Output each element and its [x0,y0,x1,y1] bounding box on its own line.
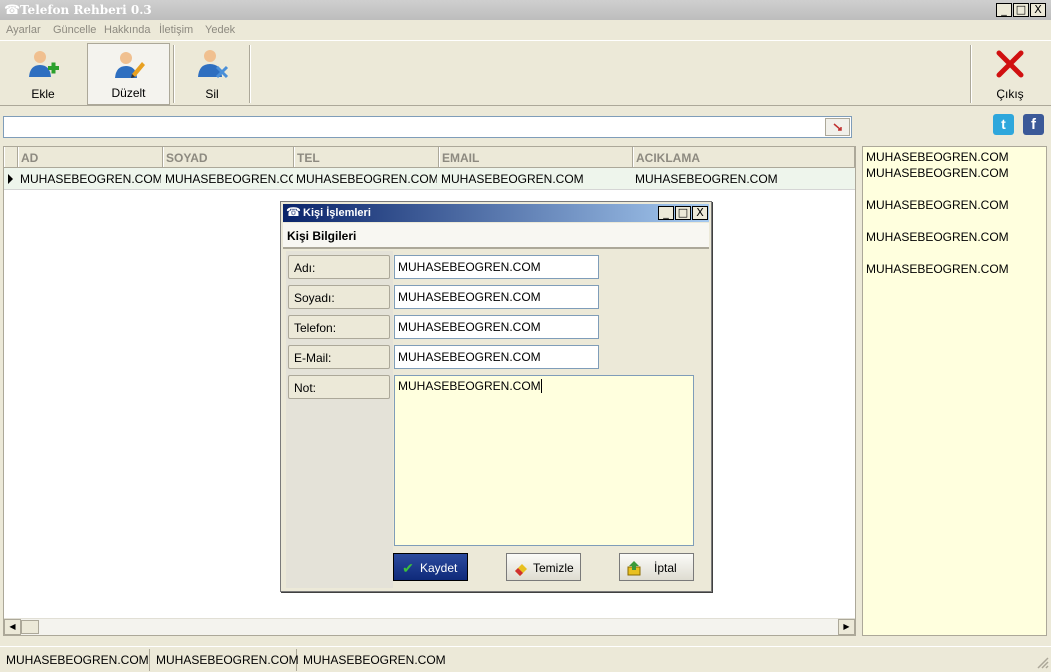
cancel-label: İptal [654,561,677,575]
exit-x-icon [996,50,1024,78]
cell-soyad[interactable]: MUHASEBEOGREN.COM [165,172,293,186]
row-header-cell [4,147,18,167]
edit-button[interactable]: Düzelt [87,43,170,105]
exit-label: Çıkış [996,87,1024,101]
current-row-indicator [8,174,13,184]
search-input[interactable] [3,116,852,138]
edit-label: Düzelt [111,86,146,100]
status-panel-3: MUHASEBEOGREN.COM [303,653,446,667]
note-textarea[interactable]: MUHASEBEOGREN.COM [394,375,694,546]
cell-tel[interactable]: MUHASEBEOGREN.COM [296,172,437,186]
column-header-aciklama[interactable]: ACIKLAMA [633,147,855,167]
dialog-minimize-button[interactable]: _ [658,206,674,220]
eraser-icon [515,564,527,576]
menu-ayarlar[interactable]: Ayarlar [6,24,41,36]
cell-aciklama[interactable]: MUHASEBEOGREN.COM [635,172,853,186]
add-user-icon [29,51,59,77]
delete-label: Sil [205,87,219,101]
scroll-left-icon[interactable]: ◀ [4,619,21,635]
phone-label: Telefon: [288,315,390,339]
table-row[interactable]: MUHASEBEOGREN.COM MUHASEBEOGREN.COM MUHA… [4,168,855,190]
status-bar: MUHASEBEOGREN.COM MUHASEBEOGREN.COM MUHA… [0,646,1051,672]
scroll-right-icon[interactable]: ▶ [838,619,855,635]
save-label: Kaydet [420,561,458,575]
surname-label: Soyadı: [288,285,390,309]
note-text: MUHASEBEOGREN.COM [398,379,541,393]
name-label: Adı: [288,255,390,279]
column-header-ad[interactable]: AD [18,147,163,167]
email-label: E-Mail: [288,345,390,369]
clear-label: Temizle [533,561,574,575]
checkmark-icon: ✔ [402,560,414,576]
column-header-tel[interactable]: TEL [294,147,439,167]
menu-yedek[interactable]: Yedek [205,24,235,36]
note-label: Not: [288,375,390,399]
scroll-thumb[interactable] [21,620,39,634]
delete-button[interactable]: Sil [177,43,247,105]
edit-user-icon [114,52,145,78]
delete-user-icon [198,50,229,79]
list-item[interactable]: MUHASEBEOGREN.COM [866,150,1009,164]
toolbar-divider [249,45,251,103]
toolbar-divider [970,45,972,103]
list-item[interactable]: MUHASEBEOGREN.COM [866,230,1009,244]
window-title: Telefon Rehberi 0.3 [20,3,152,17]
column-header-email[interactable]: EMAIL [439,147,633,167]
dialog-title: Kişi İşlemleri [303,207,371,219]
status-panel-2: MUHASEBEOGREN.COM [150,649,299,671]
close-button[interactable]: X [1030,3,1046,17]
dialog-header: Kişi Bilgileri [287,229,357,243]
maximize-button[interactable]: □ [1013,3,1029,17]
text-cursor [540,379,542,393]
add-label: Ekle [31,87,55,101]
clear-button[interactable]: Temizle [506,553,581,581]
dialog-header-panel: Kişi Bilgileri [283,223,709,249]
list-item[interactable]: MUHASEBEOGREN.COM [866,262,1009,276]
grid-header: AD SOYAD TEL EMAIL ACIKLAMA [4,147,855,168]
search-arrow-icon [833,123,842,131]
column-header-soyad[interactable]: SOYAD [163,147,294,167]
resize-grip-icon[interactable] [1035,655,1049,669]
horizontal-scrollbar[interactable]: ◀ ▶ [4,618,855,635]
contact-dialog: ☎ Kişi İşlemleri _ □ X Kişi Bilgileri Ad… [280,201,712,592]
phone-icon: ☎ [4,2,21,17]
status-panel-1: MUHASEBEOGREN.COM [0,649,150,671]
cell-ad[interactable]: MUHASEBEOGREN.COM [20,172,161,186]
name-field[interactable] [394,255,599,279]
menu-guncelle[interactable]: Güncelle [53,24,96,36]
title-bar: ☎ Telefon Rehberi 0.3 _ □ X [0,0,1051,20]
menu-iletisim[interactable]: İletişim [159,24,193,36]
save-button[interactable]: ✔ Kaydet [393,553,468,581]
side-list[interactable]: MUHASEBEOGREN.COM MUHASEBEOGREN.COM MUHA… [862,146,1047,636]
cancel-arrow-icon [627,561,641,576]
search-button[interactable] [825,118,850,136]
exit-button[interactable]: Çıkış [974,43,1046,105]
cancel-button[interactable]: İptal [619,553,694,581]
dialog-title-bar: ☎ Kişi İşlemleri _ □ X [283,204,709,222]
minimize-button[interactable]: _ [996,3,1012,17]
list-item[interactable]: MUHASEBEOGREN.COM [866,166,1009,180]
phone-field[interactable] [394,315,599,339]
toolbar-divider [173,45,175,103]
list-item[interactable]: MUHASEBEOGREN.COM [866,198,1009,212]
dialog-close-button[interactable]: X [692,206,708,220]
menu-hakkinda[interactable]: Hakkında [104,24,150,36]
email-field[interactable] [394,345,599,369]
cell-email[interactable]: MUHASEBEOGREN.COM [441,172,631,186]
add-button[interactable]: Ekle [2,43,84,105]
toolbar: Ekle Düzelt Sil Çıkış [0,40,1051,106]
surname-field[interactable] [394,285,599,309]
phone-icon: ☎ [286,205,301,219]
facebook-icon[interactable]: f [1023,114,1044,135]
twitter-icon[interactable]: t [993,114,1014,135]
dialog-maximize-button[interactable]: □ [675,206,691,220]
menu-bar: Ayarlar Güncelle Hakkında İletişim Yedek [0,20,1051,40]
